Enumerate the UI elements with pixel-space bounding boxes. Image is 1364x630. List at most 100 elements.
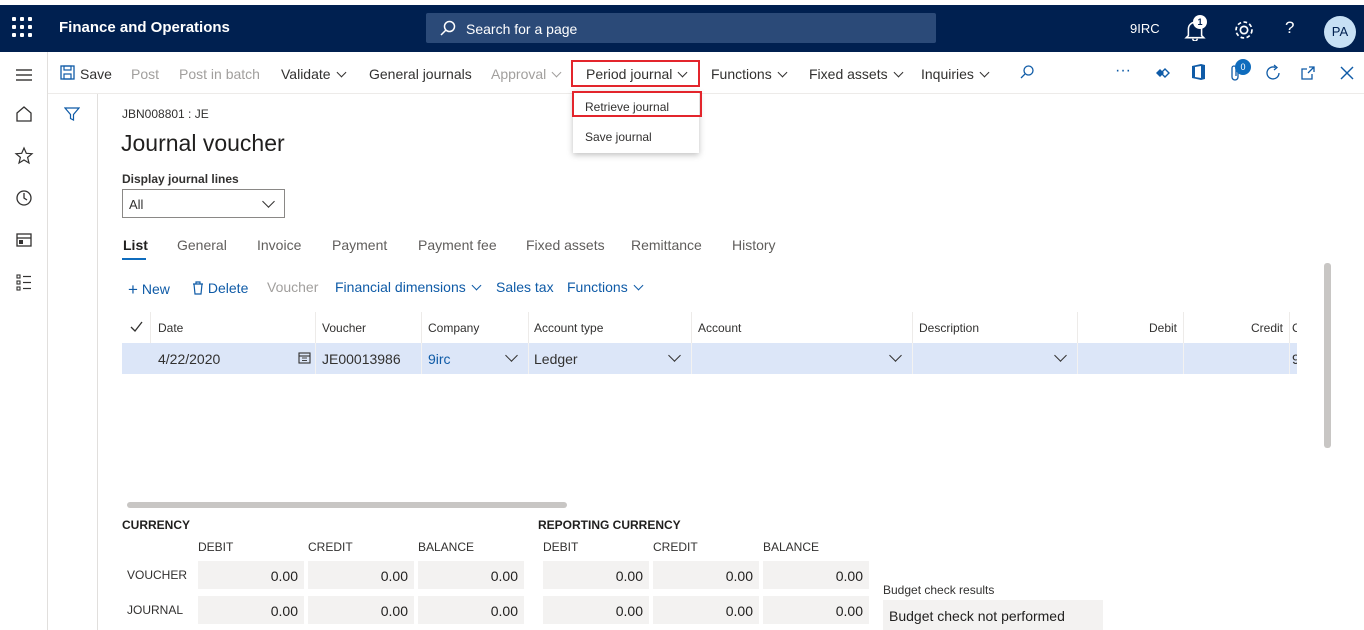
vertical-scrollbar[interactable] xyxy=(1324,263,1331,448)
date-value: 4/22/2020 xyxy=(158,351,221,367)
column-header-account[interactable]: Account xyxy=(692,312,913,343)
avatar[interactable]: PA xyxy=(1324,16,1356,48)
workspaces-icon[interactable] xyxy=(14,230,34,250)
chevron-down-icon xyxy=(668,349,681,362)
tab-invoice[interactable]: Invoice xyxy=(257,237,301,253)
voucher-button[interactable]: Voucher xyxy=(267,279,318,295)
column-header-account-type[interactable]: Account type xyxy=(528,312,692,343)
save-icon[interactable] xyxy=(60,65,75,80)
credit-cell[interactable] xyxy=(1183,343,1290,374)
currency-voucher-debit: 0.00 xyxy=(198,561,304,589)
column-header-voucher[interactable]: Voucher xyxy=(316,312,422,343)
search-icon[interactable] xyxy=(1019,64,1035,80)
post-button[interactable]: Post xyxy=(131,66,159,82)
help-icon[interactable]: ? xyxy=(1285,18,1294,38)
reporting-balance-header: BALANCE xyxy=(763,540,820,554)
reporting-credit-header: CREDIT xyxy=(653,540,698,554)
account-type-cell[interactable]: Ledger xyxy=(528,343,692,374)
office-icon[interactable] xyxy=(1191,63,1206,81)
display-journal-lines-select[interactable]: All xyxy=(122,189,285,218)
financial-dimensions-menu[interactable]: Financial dimensions xyxy=(335,279,482,295)
reporting-voucher-credit: 0.00 xyxy=(653,561,759,589)
approval-menu[interactable]: Approval xyxy=(491,66,562,82)
currency-voucher-balance: 0.00 xyxy=(418,561,524,589)
delete-label: Delete xyxy=(207,280,249,296)
hamburger-menu-icon[interactable] xyxy=(14,65,34,85)
company-picker[interactable]: 9IRC xyxy=(1130,21,1160,36)
tab-payment[interactable]: Payment xyxy=(332,237,387,253)
currency-journal-balance: 0.00 xyxy=(418,596,524,624)
tab-fixed-assets[interactable]: Fixed assets xyxy=(526,237,605,253)
tab-history[interactable]: History xyxy=(732,237,776,253)
tab-list[interactable]: List xyxy=(123,237,148,253)
open-in-new-window-icon[interactable] xyxy=(1300,65,1316,81)
currency-credit-header: CREDIT xyxy=(308,540,353,554)
fixed-assets-menu[interactable]: Fixed assets xyxy=(809,66,904,82)
column-header-description[interactable]: Description xyxy=(913,312,1078,343)
currency-journal-debit: 0.00 xyxy=(198,596,304,624)
period-journal-highlight xyxy=(571,60,700,87)
currency-voucher-credit: 0.00 xyxy=(308,561,414,589)
inquiries-menu[interactable]: Inquiries xyxy=(921,66,990,82)
tab-remittance[interactable]: Remittance xyxy=(631,237,702,253)
journal-lines-grid: Date Voucher Company Account type Accoun… xyxy=(122,312,1311,508)
plus-icon: + xyxy=(128,280,138,299)
gear-icon[interactable] xyxy=(1233,19,1255,41)
delete-button[interactable]: Delete xyxy=(192,279,248,296)
home-icon[interactable] xyxy=(14,104,34,124)
grid-functions-label: Functions xyxy=(567,279,628,295)
tab-general[interactable]: General xyxy=(177,237,227,253)
currency-journal-credit: 0.00 xyxy=(308,596,414,624)
reporting-journal-credit: 0.00 xyxy=(653,596,759,624)
company-cell[interactable]: 9irc xyxy=(422,343,529,374)
more-options-icon[interactable]: ··· xyxy=(1115,62,1131,80)
calendar-icon[interactable] xyxy=(298,351,311,364)
column-header-date[interactable]: Date xyxy=(152,312,316,343)
tab-payment-fee[interactable]: Payment fee xyxy=(418,237,497,253)
app-title[interactable]: Finance and Operations xyxy=(59,19,230,36)
column-header-debit[interactable]: Debit xyxy=(1077,312,1184,343)
close-icon[interactable] xyxy=(1340,66,1354,80)
date-cell[interactable]: 4/22/2020 xyxy=(152,343,316,374)
modules-list-icon[interactable] xyxy=(14,272,34,292)
chevron-down-icon xyxy=(1054,349,1067,362)
tab-active-indicator xyxy=(122,258,146,260)
voucher-cell[interactable]: JE00013986 xyxy=(316,343,422,374)
search-placeholder: Search for a page xyxy=(466,21,578,37)
filter-icon[interactable] xyxy=(64,106,80,122)
account-type-value: Ledger xyxy=(534,351,578,367)
new-button[interactable]: + New xyxy=(128,279,170,299)
chevron-down-icon xyxy=(979,67,990,78)
debit-cell[interactable] xyxy=(1077,343,1184,374)
save-button[interactable]: Save xyxy=(80,66,112,82)
reporting-voucher-balance: 0.00 xyxy=(763,561,869,589)
general-journals-button[interactable]: General journals xyxy=(369,66,472,82)
favorites-star-icon[interactable] xyxy=(14,146,34,166)
reporting-currency-section-title: REPORTING CURRENCY xyxy=(538,518,681,532)
recent-clock-icon[interactable] xyxy=(14,188,34,208)
sales-tax-button[interactable]: Sales tax xyxy=(496,279,554,295)
currency-cell[interactable]: 9 xyxy=(1289,343,1297,374)
column-header-currency[interactable]: C xyxy=(1289,312,1297,343)
refresh-icon[interactable] xyxy=(1264,64,1282,82)
budget-check-label: Budget check results xyxy=(883,583,995,597)
app-launcher-icon[interactable] xyxy=(12,17,34,39)
new-label: New xyxy=(141,281,170,297)
menu-item-save-journal[interactable]: Save journal xyxy=(573,123,699,151)
display-journal-lines-label: Display journal lines xyxy=(122,172,239,186)
column-header-company[interactable]: Company xyxy=(422,312,529,343)
reporting-debit-header: DEBIT xyxy=(543,540,579,554)
horizontal-scrollbar[interactable] xyxy=(127,502,567,508)
functions-menu[interactable]: Functions xyxy=(711,66,788,82)
select-all-checkbox[interactable] xyxy=(122,312,151,343)
validate-menu[interactable]: Validate xyxy=(281,66,347,82)
validate-label: Validate xyxy=(281,66,331,82)
post-in-batch-button[interactable]: Post in batch xyxy=(179,66,260,82)
search-box[interactable]: Search for a page xyxy=(426,13,936,43)
column-header-credit[interactable]: Credit xyxy=(1183,312,1290,343)
power-apps-icon[interactable] xyxy=(1154,65,1170,81)
description-cell[interactable] xyxy=(913,343,1078,374)
account-cell[interactable] xyxy=(692,343,913,374)
approval-label: Approval xyxy=(491,66,547,82)
grid-functions-menu[interactable]: Functions xyxy=(567,279,644,295)
